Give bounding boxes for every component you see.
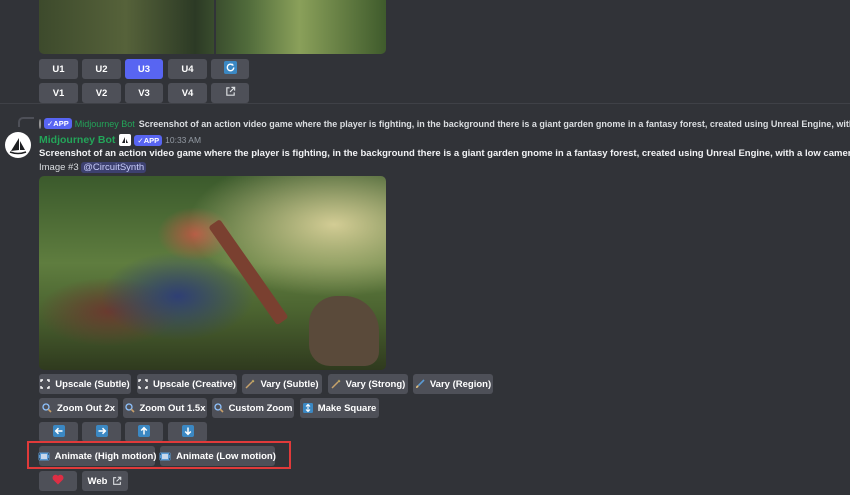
author-name[interactable]: Midjourney Bot [39,134,115,146]
open-link-button[interactable] [211,83,249,103]
animate-low-motion-label: Animate (Low motion) [176,450,276,462]
magnifier-icon [124,403,135,413]
reply-app-badge: ✓ APP [44,118,72,129]
vary-subtle-label: Vary (Subtle) [260,378,319,390]
vary-strong-label: Vary (Strong) [345,378,406,390]
zoom-out-2x-label: Zoom Out 2x [56,402,116,414]
expand-icon [138,379,148,389]
user-mention[interactable]: @CircuitSynth [81,162,147,173]
zoom-out-2x-button[interactable]: Zoom Out 2x [39,398,118,418]
pan-up-button[interactable] [125,422,163,442]
favorite-button[interactable] [39,471,77,491]
timestamp: 10:33 AM [165,135,202,145]
sword-shape [208,218,289,326]
refresh-icon [223,61,237,77]
vary-region-label: Vary (Region) [429,378,492,390]
u2-button[interactable]: U2 [82,59,121,79]
arrow-left-icon [52,424,65,440]
external-link-icon [225,86,236,100]
pan-down-button[interactable] [168,422,207,442]
previous-image-grid[interactable] [39,0,386,54]
reroll-button[interactable] [211,59,249,79]
arrow-up-icon [138,424,150,440]
midjourney-logo-icon [9,138,27,155]
reply-author[interactable]: Midjourney Bot [75,119,135,129]
reply-text: Screenshot of an action video game where… [138,118,850,129]
reply-app-badge-label: APP [53,119,69,128]
vary-region-button[interactable]: Vary (Region) [413,374,493,394]
avatar[interactable] [5,132,31,158]
vertical-arrows-icon [302,403,313,413]
external-link-icon [112,476,122,486]
make-square-label: Make Square [317,402,377,414]
upscale-creative-button[interactable]: Upscale (Creative) [137,374,237,394]
animate-high-motion-button[interactable]: Animate (High motion) [38,446,157,466]
u1-button[interactable]: U1 [39,59,78,79]
pan-left-button[interactable] [39,422,78,442]
animate-high-motion-label: Animate (High motion) [54,450,157,462]
web-label: Web [87,475,108,487]
v3-button[interactable]: V3 [125,83,163,103]
custom-zoom-label: Custom Zoom [228,402,293,414]
web-link-button[interactable]: Web [82,471,128,491]
magnifier-icon [213,403,224,413]
zoom-out-1-5x-label: Zoom Out 1.5x [139,402,206,414]
arrow-right-icon [95,424,108,440]
app-badge: ✓ APP [134,134,163,146]
arrow-down-icon [181,424,194,440]
reply-connector [18,117,34,127]
magic-wand-icon [331,379,341,389]
pan-right-button[interactable] [82,422,121,442]
zoom-out-1-5x-button[interactable]: Zoom Out 1.5x [123,398,207,418]
u4-button[interactable]: U4 [168,59,207,79]
v1-button[interactable]: V1 [39,83,78,103]
vary-strong-button[interactable]: Vary (Strong) [328,374,408,394]
bot-logo-icon [119,134,132,146]
prompt-text: Screenshot of an action video game where… [39,148,850,159]
u3-button[interactable]: U3 [125,59,163,79]
player-hand-shape [309,296,379,366]
custom-zoom-button[interactable]: Custom Zoom [212,398,294,418]
film-icon [38,452,50,461]
v2-button[interactable]: V2 [82,83,121,103]
upscale-subtle-button[interactable]: Upscale (Subtle) [39,374,131,394]
magic-wand-icon [245,379,256,389]
image-caption: Image #3 @CircuitSynth [39,162,147,175]
message-divider [0,103,850,104]
upscale-creative-label: Upscale (Creative) [153,378,236,390]
paintbrush-icon [415,379,425,389]
reply-avatar-icon [39,118,41,129]
vary-subtle-button[interactable]: Vary (Subtle) [242,374,322,394]
heart-icon [52,474,64,488]
message-header: Midjourney Bot ✓ APP 10:33 AM [39,133,201,147]
generated-image[interactable] [39,176,386,370]
grid-divider [214,0,216,54]
app-badge-label: APP [143,135,160,145]
animate-low-motion-button[interactable]: Animate (Low motion) [159,446,276,466]
reply-preview[interactable]: ✓ APP Midjourney Bot Screenshot of an ac… [39,117,850,130]
upscale-subtle-label: Upscale (Subtle) [55,378,130,390]
magnifier-icon [42,403,52,413]
v4-button[interactable]: V4 [168,83,207,103]
make-square-button[interactable]: Make Square [300,398,379,418]
film-icon [159,452,171,461]
expand-icon [40,379,50,389]
image-label: Image #3 [39,162,79,173]
